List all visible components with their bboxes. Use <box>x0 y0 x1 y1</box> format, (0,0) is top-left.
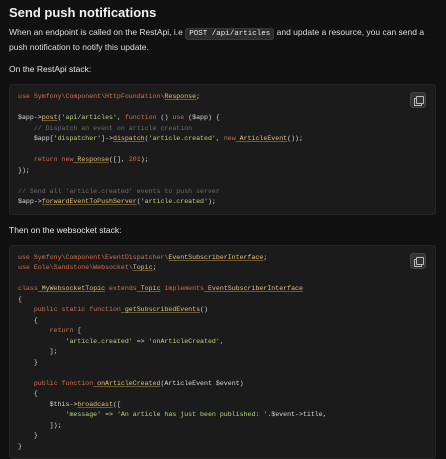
code-line: } <box>18 432 38 439</box>
inline-code-endpoint: POST /api/articles <box>185 28 274 40</box>
copy-icon-front <box>416 257 424 265</box>
code-line: public function onArticleCreated(Article… <box>18 380 244 387</box>
code-line: { <box>18 317 38 324</box>
code-line: ]; <box>18 348 58 355</box>
code-line: use Symfony\Component\HttpFoundation\Res… <box>18 93 200 100</box>
restapi-code-block: use Symfony\Component\HttpFoundation\Res… <box>9 84 436 215</box>
code-line: }); <box>18 167 30 174</box>
code-line: $this->broadcast([ <box>18 401 121 408</box>
code-line: ]); <box>18 422 62 429</box>
code-line: class MyWebsocketTopic extends Topic imp… <box>18 285 303 292</box>
code-line: $app['dispatcher']->dispatch('article.cr… <box>18 135 303 142</box>
intro-paragraph: When an endpoint is called on the RestAp… <box>9 26 429 54</box>
code-line: } <box>18 359 38 366</box>
code-line: $app->forwardEventToPushServer('article.… <box>18 198 216 205</box>
code-line: public static function getSubscribedEven… <box>18 306 208 313</box>
restapi-stack-label: On the RestApi stack: <box>9 63 446 75</box>
websocket-code: use Symfony\Component\EventDispatcher\Ev… <box>18 253 435 453</box>
intro-text-before: When an endpoint is called on the RestAp… <box>9 27 185 37</box>
code-line: use Eole\Sandstone\Websocket\Topic; <box>18 264 157 271</box>
code-line: $app->post('api/articles', function () u… <box>18 114 220 121</box>
code-line: 'message' => 'An article has just been p… <box>18 411 327 418</box>
code-line: { <box>18 296 22 303</box>
websocket-code-block: use Symfony\Component\EventDispatcher\Ev… <box>9 245 436 459</box>
code-line: return new Response([], 201); <box>18 156 149 163</box>
copy-button-websocket[interactable] <box>410 253 426 269</box>
websocket-stack-label: Then on the websocket stack: <box>9 224 446 236</box>
section-heading: Send push notifications <box>9 0 446 20</box>
page: Send push notifications When an endpoint… <box>0 0 446 435</box>
code-line: return [ <box>18 327 81 334</box>
code-line: // Send all 'article.created' events to … <box>18 188 220 195</box>
copy-icon-front <box>416 96 424 104</box>
code-line: 'article.created' => 'onArticleCreated', <box>18 338 224 345</box>
restapi-code: use Symfony\Component\HttpFoundation\Res… <box>18 92 435 208</box>
copy-button-restapi[interactable] <box>410 92 426 108</box>
code-line: use Symfony\Component\EventDispatcher\Ev… <box>18 254 267 261</box>
code-line: } <box>18 443 22 450</box>
code-line: // Dispatch an event on article creation <box>18 125 192 132</box>
code-line: { <box>18 390 38 397</box>
